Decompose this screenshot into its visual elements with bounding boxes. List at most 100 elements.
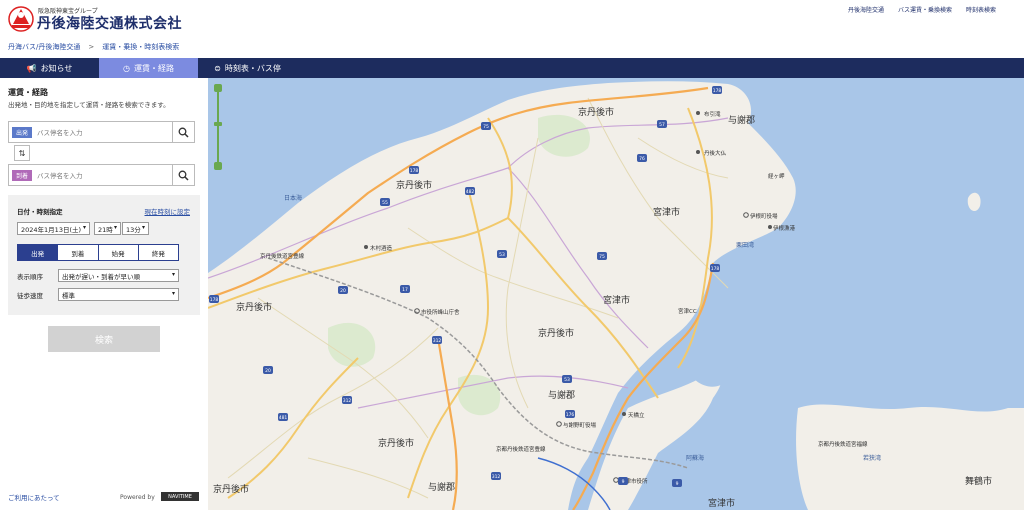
order-select[interactable]: 出発が遅い・到着が早い順 ▾ — [58, 269, 179, 282]
tab-timetable-label: 時刻表・バス停 — [224, 63, 281, 73]
map-canvas[interactable]: 京丹後市 京丹後市 京丹後市 京丹後市 京丹後市 京丹後市 与謝郡 与謝郡 与謝… — [208, 78, 1024, 510]
chevron-down-icon: ▾ — [82, 224, 86, 231]
search-icon — [178, 127, 189, 138]
svg-text:75: 75 — [599, 254, 605, 260]
poi-label: 経ヶ岬 — [768, 172, 785, 180]
set-current-time-link[interactable]: 現在時刻に設定 — [145, 206, 191, 216]
svg-text:178: 178 — [713, 88, 722, 94]
arrival-badge: 到着 — [12, 170, 32, 181]
svg-text:178: 178 — [711, 266, 720, 272]
map-label: 宮津市 — [603, 294, 630, 306]
map-label: 宮津市 — [653, 206, 680, 218]
tab-timetable[interactable]: ⊜ 時刻表・バス停 — [198, 58, 297, 78]
map-label: 与謝郡 — [428, 481, 455, 493]
chevron-down-icon: ▾ — [113, 224, 117, 231]
mode-first[interactable]: 始発 — [98, 245, 139, 260]
map-label: 日本海 — [284, 194, 302, 202]
navitime-logo: NAVITIME — [161, 492, 199, 501]
poi-label: 与謝野町役場 — [563, 421, 597, 429]
departure-search-button[interactable] — [172, 122, 194, 142]
swap-button[interactable]: ⇅ — [14, 145, 30, 161]
zoom-in-button — [214, 84, 222, 92]
svg-text:312: 312 — [433, 338, 442, 344]
map-label: 与謝郡 — [728, 114, 755, 126]
map-label: 栗田湾 — [736, 241, 754, 249]
date-value: 2024年1月13日(土) — [21, 225, 82, 234]
svg-text:76: 76 — [639, 156, 645, 162]
svg-text:312: 312 — [492, 474, 501, 480]
usage-terms-link[interactable]: ご利用にあたって — [8, 492, 60, 502]
mode-last[interactable]: 終発 — [138, 245, 178, 260]
svg-text:482: 482 — [466, 189, 475, 195]
svg-text:481: 481 — [279, 415, 288, 421]
breadcrumb-current: 運賃・乗換・時刻表検索 — [102, 43, 180, 51]
poi-label: 布引滝 — [704, 110, 721, 118]
search-description: 出発地・目的地を指定して運賃・経路を検索できます。 — [8, 101, 170, 109]
svg-text:178: 178 — [410, 168, 419, 174]
chevron-down-icon: ▾ — [141, 224, 145, 231]
search-button[interactable]: 検索 — [48, 326, 160, 352]
zoom-out-button — [214, 162, 222, 170]
breadcrumb-home[interactable]: 丹海バス/丹後海陸交通 — [8, 42, 80, 52]
datetime-title: 日付・時刻指定 — [17, 208, 63, 216]
poi-marker — [364, 245, 368, 249]
map-label: 与謝郡 — [548, 389, 575, 401]
search-sidebar: 運賃・経路 出発地・目的地を指定して運賃・経路を検索できます。 出発 ⇅ 到着 … — [0, 78, 208, 510]
datetime-options: 日付・時刻指定 現在時刻に設定 2024年1月13日(土) ▾ 21時 ▾ 13分 ▾… — [8, 195, 200, 315]
tab-news[interactable]: 📢 お知らせ — [0, 58, 99, 78]
date-select[interactable]: 2024年1月13日(土) ▾ — [17, 222, 90, 235]
tab-fare-route-label: 運賃・経路 — [133, 63, 174, 73]
poi-label: 京丹後鉄道宮豊線 — [260, 252, 305, 260]
bus-icon: ⊜ — [214, 63, 221, 73]
map-label: 舞鶴市 — [965, 475, 992, 487]
chevron-down-icon: ▾ — [171, 271, 175, 278]
tab-fare-route[interactable]: ◷ 運賃・経路 — [99, 58, 198, 78]
search-icon — [178, 170, 189, 181]
route-map[interactable]: 京丹後市 京丹後市 京丹後市 京丹後市 京丹後市 京丹後市 与謝郡 与謝郡 与謝… — [208, 78, 1024, 510]
company-logo[interactable] — [8, 6, 34, 32]
arrival-search-button[interactable] — [172, 165, 194, 185]
map-label: 若狭湾 — [863, 454, 881, 462]
land-islet — [967, 192, 981, 212]
svg-text:53: 53 — [499, 252, 505, 258]
svg-text:57: 57 — [659, 122, 665, 128]
svg-text:9: 9 — [676, 481, 679, 487]
top-link-route-search[interactable]: バス運賃・乗換検索 — [898, 5, 952, 14]
clock-icon: ◷ — [123, 63, 130, 73]
zoom-slider[interactable] — [214, 84, 222, 170]
zoom-track — [217, 92, 219, 162]
zoom-handle — [214, 122, 222, 126]
top-links: 丹後海陸交通 バス運賃・乗換検索 時刻表検索 — [848, 5, 996, 14]
breadcrumb: 丹海バス/丹後海陸交通 > 運賃・乗換・時刻表検索 — [8, 42, 179, 52]
poi-marker — [696, 150, 700, 154]
departure-badge: 出発 — [12, 127, 32, 138]
poi-label: 宮津CC — [678, 307, 697, 315]
top-link-company[interactable]: 丹後海陸交通 — [848, 5, 884, 14]
svg-text:9: 9 — [622, 479, 625, 485]
svg-text:17: 17 — [402, 287, 408, 293]
order-label: 表示順序 — [17, 273, 43, 281]
arrival-input[interactable] — [37, 169, 167, 182]
hour-select[interactable]: 21時 ▾ — [94, 222, 121, 235]
poi-marker — [696, 111, 700, 115]
hour-value: 21時 — [98, 225, 113, 234]
mode-departure[interactable]: 出発 — [18, 245, 59, 260]
svg-text:53: 53 — [564, 377, 570, 383]
minute-select[interactable]: 13分 ▾ — [122, 222, 149, 235]
map-label: 京丹後市 — [236, 301, 272, 313]
map-label: 京丹後市 — [213, 483, 249, 495]
poi-label: 伊根漁港 — [773, 224, 796, 232]
svg-text:176: 176 — [566, 412, 575, 418]
top-link-timetable[interactable]: 時刻表検索 — [966, 5, 996, 14]
svg-text:55: 55 — [382, 200, 388, 206]
header: 阪急阪神東宝グループ 丹後海陸交通株式会社 丹後海陸交通 バス運賃・乗換検索 時… — [0, 0, 1024, 38]
company-name[interactable]: 丹後海陸交通株式会社 — [37, 13, 182, 33]
svg-text:312: 312 — [343, 398, 352, 404]
megaphone-icon: 📢 — [26, 63, 37, 73]
departure-input[interactable] — [37, 126, 167, 139]
mode-arrival[interactable]: 到着 — [58, 245, 99, 260]
departure-row: 出発 — [8, 121, 195, 143]
minute-value: 13分 — [126, 225, 141, 234]
walk-speed-select[interactable]: 標準 ▾ — [58, 288, 179, 301]
map-label: 京丹後市 — [378, 437, 414, 449]
